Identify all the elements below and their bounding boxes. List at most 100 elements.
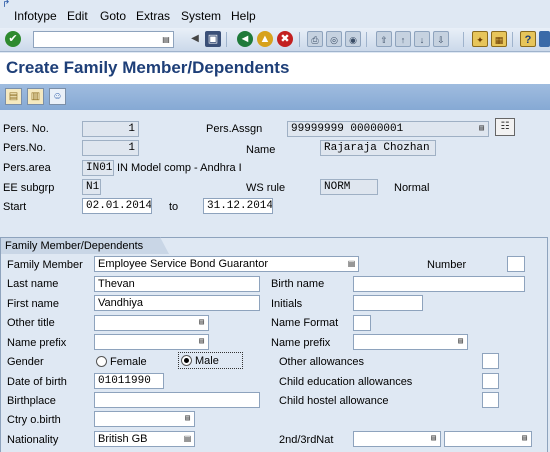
command-field[interactable]: ▤ xyxy=(33,31,174,48)
ee-subgrp-label: EE subgrp xyxy=(3,182,55,194)
menu-edit[interactable]: Edit xyxy=(67,9,88,23)
ctry-birth-dropdown-icon[interactable]: ▤ xyxy=(183,413,192,425)
name-label: Name xyxy=(246,144,276,156)
pers-no2-label: Pers.No. xyxy=(3,142,46,154)
initials-label: Initials xyxy=(271,298,303,310)
pers-assgn-value: 99999999 00000001 xyxy=(291,123,404,135)
copy-document-icon[interactable]: ▥ xyxy=(27,88,44,105)
separator xyxy=(226,32,227,47)
menu-system[interactable]: System xyxy=(181,9,221,23)
birth-name-label: Birth name xyxy=(271,278,325,290)
pers-area-code-field: IN01 xyxy=(82,160,114,176)
menu-infotype[interactable]: Infotype xyxy=(14,9,57,23)
pers-assgn-dropdown-icon[interactable]: ▤ xyxy=(477,123,486,135)
name-prefix-label: Name prefix xyxy=(7,337,67,349)
to-label: to xyxy=(169,201,179,213)
groupbox-title-tab: Family Member/Dependents xyxy=(0,237,169,254)
child-hostel-checkbox[interactable] xyxy=(482,392,499,408)
start-date-input[interactable]: 02.01.2014 xyxy=(82,198,152,214)
title-bar: Create Family Member/Dependents xyxy=(0,53,550,84)
gender-female-radio[interactable] xyxy=(96,356,107,367)
number-label: Number xyxy=(427,259,467,271)
family-member-label: Family Member xyxy=(7,259,83,271)
name-prefix-dropdown-icon[interactable]: ▤ xyxy=(197,336,206,348)
birth-name-input[interactable] xyxy=(353,276,525,292)
name-format-input[interactable] xyxy=(353,315,371,331)
collapse-icon[interactable]: ◀ xyxy=(187,31,203,47)
ctry-birth-label: Ctry o.birth xyxy=(7,414,61,426)
cancel-icon[interactable]: ✖ xyxy=(277,31,293,47)
nationality-value: British GB xyxy=(98,433,148,445)
ws-rule-field: NORM xyxy=(320,179,378,195)
next-page-icon[interactable]: ↓ xyxy=(414,31,430,47)
first-name-label: First name xyxy=(7,298,59,310)
command-dropdown-icon[interactable]: ▤ xyxy=(161,33,171,46)
nat2-select[interactable]: ▤ xyxy=(353,431,441,447)
first-name-input[interactable]: Vandhiya xyxy=(94,295,260,311)
number-input[interactable] xyxy=(507,256,525,272)
birthplace-input[interactable] xyxy=(94,392,260,408)
family-member-select[interactable]: Employee Service Bond Guarantor ▤ xyxy=(94,256,359,272)
last-page-icon[interactable]: ⇩ xyxy=(433,31,449,47)
child-edu-checkbox[interactable] xyxy=(482,373,499,389)
nat2-dropdown-icon[interactable]: ▤ xyxy=(429,433,438,445)
save-icon[interactable]: ▣ xyxy=(205,31,221,47)
print-icon[interactable]: ⎙ xyxy=(307,31,323,47)
nat3-select[interactable]: ▤ xyxy=(444,431,532,447)
child-edu-label: Child education allowances xyxy=(279,376,413,388)
other-allowances-checkbox[interactable] xyxy=(482,353,499,369)
dob-input[interactable]: 01011990 xyxy=(94,373,164,389)
menu-help[interactable]: Help xyxy=(231,9,256,23)
exit-icon[interactable]: ▲ xyxy=(257,31,273,47)
pers-no-label: Pers. No. xyxy=(3,123,49,135)
prev-page-icon[interactable]: ↑ xyxy=(395,31,411,47)
check-icon[interactable]: ✔ xyxy=(5,31,21,47)
birthplace-label: Birthplace xyxy=(7,395,56,407)
find-next-icon[interactable]: ◉ xyxy=(345,31,361,47)
org-structure-icon[interactable]: ☷ xyxy=(495,118,515,136)
pers-no2-field: 1 xyxy=(82,140,139,156)
other-title-dropdown-icon[interactable]: ▤ xyxy=(197,317,206,329)
gender-female-label[interactable]: Female xyxy=(110,355,147,370)
pers-no-field: 1 xyxy=(82,121,139,137)
menu-extras[interactable]: Extras xyxy=(136,9,170,23)
family-member-dropdown-icon[interactable]: ▤ xyxy=(347,258,356,270)
separator xyxy=(299,32,300,47)
person-icon[interactable]: ☺ xyxy=(49,88,66,105)
pers-area-label: Pers.area xyxy=(3,162,51,174)
customize-icon[interactable] xyxy=(539,31,550,47)
menu-goto[interactable]: Goto xyxy=(100,9,126,23)
last-name-input[interactable]: Thevan xyxy=(94,276,260,292)
other-title-select[interactable]: ▤ xyxy=(94,315,209,331)
nationality-select[interactable]: British GB ▤ xyxy=(94,431,195,447)
name-prefix2-dropdown-icon[interactable]: ▤ xyxy=(456,336,465,348)
nationality-dropdown-icon[interactable]: ▤ xyxy=(183,433,192,445)
groupbox-title: Family Member/Dependents xyxy=(5,240,144,252)
separator xyxy=(366,32,367,47)
initials-input[interactable] xyxy=(353,295,423,311)
ctry-birth-select[interactable]: ▤ xyxy=(94,411,195,427)
nat2-label: 2nd/3rdNat xyxy=(279,434,334,446)
gender-male-label[interactable]: Male xyxy=(195,354,219,369)
nat3-dropdown-icon[interactable]: ▤ xyxy=(520,433,529,445)
help-icon[interactable]: ? xyxy=(520,31,536,47)
other-allowances-label: Other allowances xyxy=(279,356,364,368)
page-title: Create Family Member/Dependents xyxy=(6,58,290,77)
first-page-icon[interactable]: ⇧ xyxy=(376,31,392,47)
document-icon[interactable]: ▤ xyxy=(5,88,22,105)
name-prefix-select[interactable]: ▤ xyxy=(94,334,209,350)
back-icon[interactable]: ◄ xyxy=(237,31,253,47)
end-date-input[interactable]: 31.12.2014 xyxy=(203,198,273,214)
pers-assgn-field[interactable]: 99999999 00000001 ▤ xyxy=(287,121,489,137)
gender-male-radio[interactable] xyxy=(181,355,192,366)
last-name-label: Last name xyxy=(7,278,59,290)
name-prefix2-label: Name prefix xyxy=(271,337,331,349)
create-session-icon[interactable]: ✦ xyxy=(472,31,488,47)
shortcut-icon[interactable]: ▦ xyxy=(491,31,507,47)
menu-bar: ↱ Infotype Edit Goto Extras System Help xyxy=(0,0,550,28)
ws-rule-text: Normal xyxy=(394,182,430,194)
name-prefix2-select[interactable]: ▤ xyxy=(353,334,468,350)
other-title-label: Other title xyxy=(7,317,55,329)
pers-area-text: IN Model comp - Andhra I xyxy=(117,162,242,174)
find-icon[interactable]: ◎ xyxy=(326,31,342,47)
